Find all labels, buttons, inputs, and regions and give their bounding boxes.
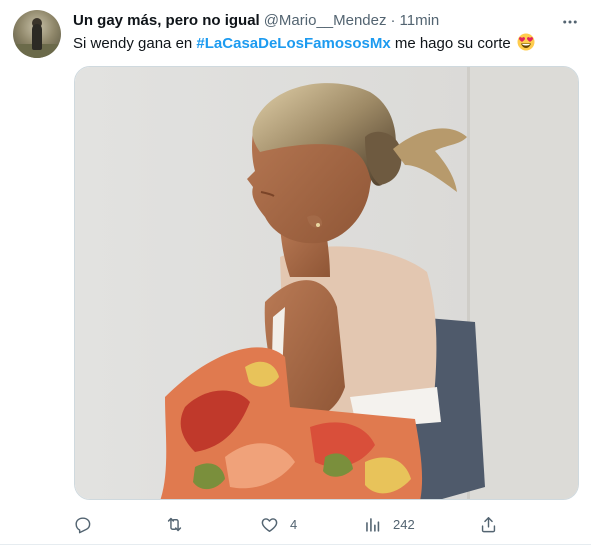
like-button[interactable]: 4 xyxy=(260,512,297,536)
reply-icon xyxy=(75,516,91,533)
heart-icon xyxy=(261,517,278,532)
like-count: 4 xyxy=(290,516,298,532)
tweet-photo[interactable] xyxy=(74,66,579,500)
timestamp[interactable]: 11min xyxy=(400,11,440,31)
reply-button[interactable] xyxy=(73,512,103,536)
views-button[interactable]: 242 xyxy=(363,512,415,536)
tweet-text-after: me hago su corte xyxy=(390,35,511,52)
user-handle[interactable]: @Mario__Mendez xyxy=(264,11,387,31)
retweet-icon xyxy=(167,517,182,531)
tweet-header: Un gay más, pero no igual @Mario__Mendez… xyxy=(73,11,543,31)
retweet-button[interactable] xyxy=(165,512,195,536)
heart-eyes-emoji-icon xyxy=(517,33,535,51)
share-button[interactable] xyxy=(479,512,498,536)
hashtag-link[interactable]: #LaCasaDeLosFamososMx xyxy=(196,35,390,52)
display-name[interactable]: Un gay más, pero no igual xyxy=(73,11,260,31)
avatar-figure-body xyxy=(32,24,42,50)
tweet-text: Si wendy gana en #LaCasaDeLosFamososMx m… xyxy=(73,33,578,54)
share-icon xyxy=(481,516,496,532)
photo-woman-side-profile xyxy=(75,67,578,499)
tweet[interactable]: Un gay más, pero no igual @Mario__Mendez… xyxy=(0,0,591,545)
tweet-text-before: Si wendy gana en xyxy=(73,35,197,52)
views-count: 242 xyxy=(393,516,415,532)
more-icon[interactable] xyxy=(560,12,580,32)
action-bar: 4 242 xyxy=(73,512,578,536)
views-icon xyxy=(366,517,380,532)
avatar[interactable] xyxy=(13,10,61,58)
separator-dot: · xyxy=(390,12,396,29)
